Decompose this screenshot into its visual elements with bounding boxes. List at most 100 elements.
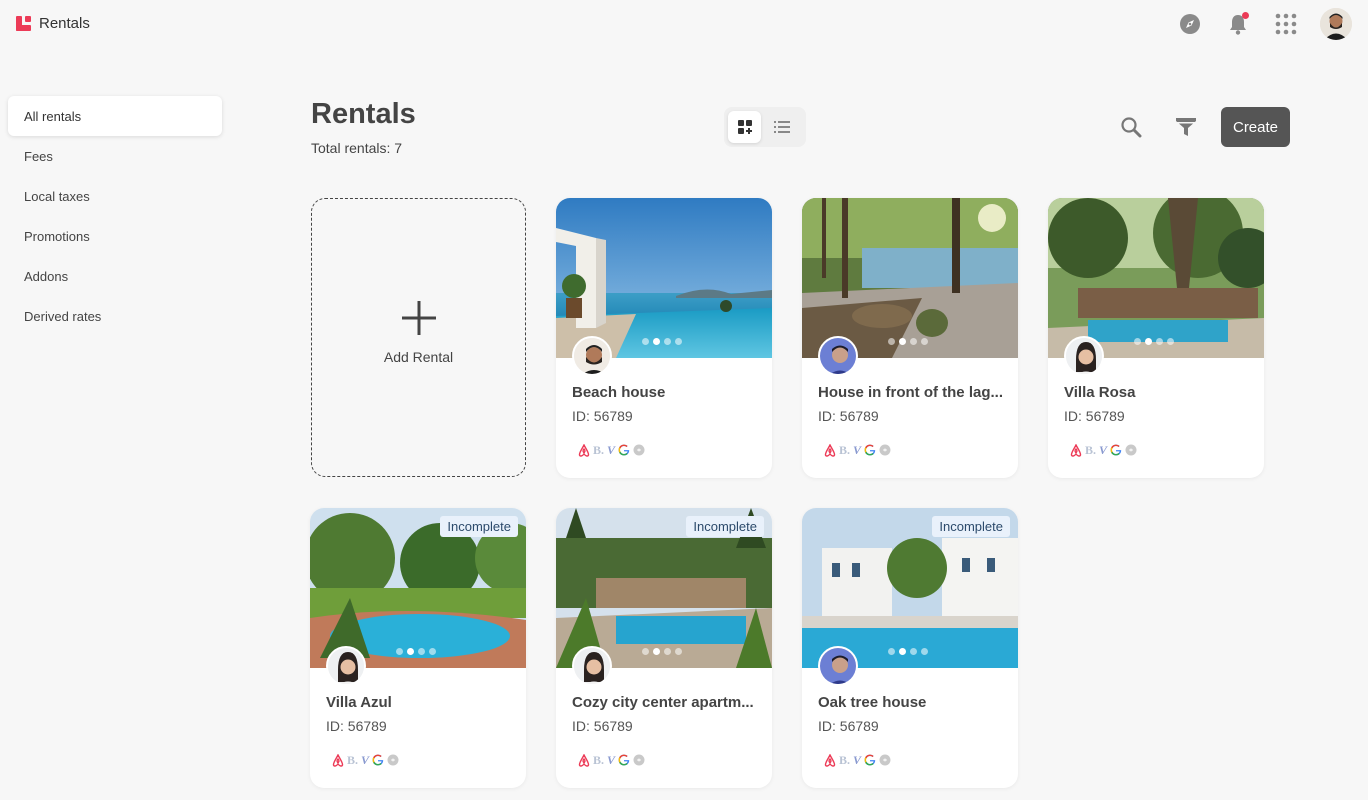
rental-photo[interactable]: Incomplete bbox=[802, 508, 1018, 668]
carousel-dot[interactable] bbox=[642, 648, 649, 655]
rental-photo[interactable] bbox=[1048, 198, 1264, 358]
carousel-dot[interactable] bbox=[407, 648, 414, 655]
carousel-dot[interactable] bbox=[675, 648, 682, 655]
rental-id: ID: 56789 bbox=[572, 718, 633, 734]
airbnb-icon bbox=[824, 443, 836, 457]
carousel-dot[interactable] bbox=[429, 648, 436, 655]
carousel-dots bbox=[1134, 338, 1174, 345]
bell-icon[interactable] bbox=[1224, 8, 1252, 40]
other-channel-icon bbox=[633, 444, 645, 456]
google-icon bbox=[618, 444, 630, 456]
rental-id: ID: 56789 bbox=[1064, 408, 1125, 424]
airbnb-icon bbox=[578, 753, 590, 767]
rental-id: ID: 56789 bbox=[572, 408, 633, 424]
rental-card[interactable]: Villa Rosa ID: 56789 B. V bbox=[1048, 198, 1264, 478]
carousel-dot[interactable] bbox=[910, 648, 917, 655]
carousel-dot[interactable] bbox=[642, 338, 649, 345]
airbnb-icon bbox=[332, 753, 344, 767]
brand[interactable]: Rentals bbox=[16, 15, 90, 32]
google-icon bbox=[618, 754, 630, 766]
rental-name: House in front of the lag... bbox=[818, 384, 1003, 401]
carousel-dot[interactable] bbox=[675, 338, 682, 345]
carousel-dots bbox=[888, 338, 928, 345]
sidebar-item-addons[interactable]: Addons bbox=[8, 256, 222, 296]
sidebar-item-fees[interactable]: Fees bbox=[8, 136, 222, 176]
sidebar: All rentals Fees Local taxes Promotions … bbox=[8, 96, 222, 336]
airbnb-icon bbox=[1070, 443, 1082, 457]
rental-photo[interactable]: Incomplete bbox=[556, 508, 772, 668]
carousel-dot[interactable] bbox=[653, 338, 660, 345]
airbnb-icon bbox=[578, 443, 590, 457]
brand-logo-icon bbox=[16, 16, 31, 31]
carousel-dot[interactable] bbox=[888, 338, 895, 345]
google-icon bbox=[372, 754, 384, 766]
rental-card[interactable]: Beach house ID: 56789 B. V bbox=[556, 198, 772, 478]
booking-icon: B. bbox=[347, 753, 359, 767]
carousel-dots bbox=[642, 338, 682, 345]
carousel-dot[interactable] bbox=[899, 648, 906, 655]
carousel-dot[interactable] bbox=[418, 648, 425, 655]
rental-card[interactable]: House in front of the lag... ID: 56789 B… bbox=[802, 198, 1018, 478]
carousel-dot[interactable] bbox=[1156, 338, 1163, 345]
carousel-dot[interactable] bbox=[921, 648, 928, 655]
other-channel-icon bbox=[633, 754, 645, 766]
carousel-dot[interactable] bbox=[664, 338, 671, 345]
host-avatar bbox=[818, 646, 858, 686]
top-bar: Rentals bbox=[0, 0, 1368, 50]
rental-photo[interactable]: Incomplete bbox=[310, 508, 526, 668]
carousel-dot[interactable] bbox=[1145, 338, 1152, 345]
rental-id: ID: 56789 bbox=[818, 408, 879, 424]
sidebar-item-derived-rates[interactable]: Derived rates bbox=[8, 296, 222, 336]
rental-card[interactable]: Incomplete Oak tree house ID: 56789 B. V bbox=[802, 508, 1018, 788]
sidebar-item-local-taxes[interactable]: Local taxes bbox=[8, 176, 222, 216]
user-avatar[interactable] bbox=[1320, 8, 1352, 40]
other-channel-icon bbox=[387, 754, 399, 766]
channel-list: B. V bbox=[578, 753, 645, 767]
grid-view-button[interactable] bbox=[728, 111, 761, 143]
rental-photo[interactable] bbox=[802, 198, 1018, 358]
channel-list: B. V bbox=[824, 753, 891, 767]
rental-name: Villa Rosa bbox=[1064, 384, 1136, 401]
carousel-dot[interactable] bbox=[1134, 338, 1141, 345]
carousel-dot[interactable] bbox=[396, 648, 403, 655]
other-channel-icon bbox=[879, 754, 891, 766]
booking-icon: B. bbox=[593, 753, 605, 767]
plus-icon bbox=[401, 300, 436, 335]
carousel-dots bbox=[642, 648, 682, 655]
compass-icon[interactable] bbox=[1176, 8, 1204, 40]
search-button[interactable] bbox=[1116, 112, 1146, 142]
total-rentals-count: Total rentals: 7 bbox=[311, 140, 403, 156]
rental-card[interactable]: Incomplete Cozy city center apartm... ID… bbox=[556, 508, 772, 788]
carousel-dot[interactable] bbox=[1167, 338, 1174, 345]
airbnb-icon bbox=[824, 753, 836, 767]
channel-list: B. V bbox=[824, 443, 891, 457]
carousel-dot[interactable] bbox=[664, 648, 671, 655]
vrbo-icon: V bbox=[361, 753, 370, 767]
filter-button[interactable] bbox=[1171, 112, 1201, 142]
rental-id: ID: 56789 bbox=[818, 718, 879, 734]
vrbo-icon: V bbox=[607, 753, 616, 767]
list-view-button[interactable] bbox=[765, 111, 798, 143]
carousel-dot[interactable] bbox=[899, 338, 906, 345]
apps-grid-icon[interactable] bbox=[1272, 8, 1300, 40]
host-avatar bbox=[572, 336, 612, 376]
other-channel-icon bbox=[1125, 444, 1137, 456]
sidebar-item-all-rentals[interactable]: All rentals bbox=[8, 96, 222, 136]
rental-photo[interactable] bbox=[556, 198, 772, 358]
carousel-dot[interactable] bbox=[910, 338, 917, 345]
carousel-dots bbox=[888, 648, 928, 655]
search-icon bbox=[1121, 117, 1142, 138]
rental-name: Oak tree house bbox=[818, 694, 927, 711]
create-button[interactable]: Create bbox=[1221, 107, 1290, 147]
carousel-dot[interactable] bbox=[653, 648, 660, 655]
sidebar-item-promotions[interactable]: Promotions bbox=[8, 216, 222, 256]
other-channel-icon bbox=[879, 444, 891, 456]
booking-icon: B. bbox=[839, 443, 851, 457]
add-rental-card[interactable]: Add Rental bbox=[311, 198, 526, 477]
carousel-dot[interactable] bbox=[888, 648, 895, 655]
rental-card[interactable]: Incomplete Villa Azul ID: 56789 B. V bbox=[310, 508, 526, 788]
grid-view-icon bbox=[737, 120, 752, 134]
channel-list: B. V bbox=[332, 753, 399, 767]
rental-name: Villa Azul bbox=[326, 694, 392, 711]
carousel-dot[interactable] bbox=[921, 338, 928, 345]
